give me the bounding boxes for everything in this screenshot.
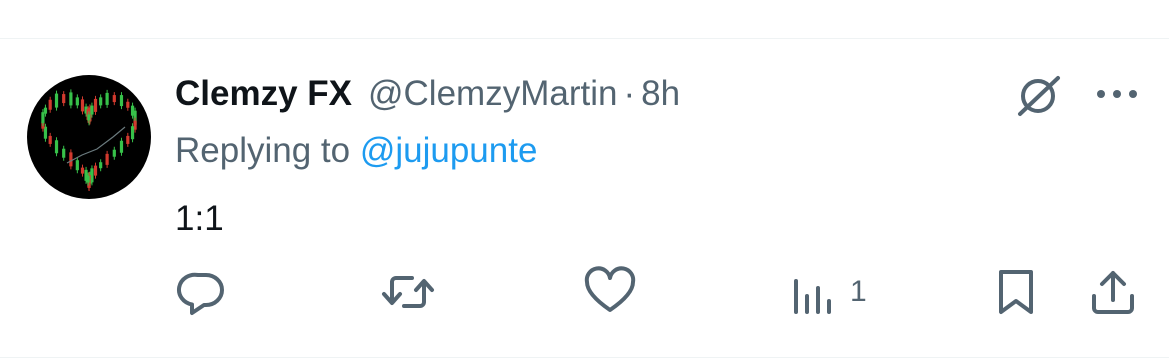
tweet-time[interactable]: 8h	[641, 74, 680, 114]
avatar-candle-body	[84, 169, 88, 181]
replying-prefix: Replying to	[175, 131, 360, 170]
tweet-text: 1:1	[175, 199, 224, 238]
avatar-candle-body	[105, 92, 109, 105]
more-icon[interactable]	[1093, 76, 1141, 112]
avatar-candle-body	[69, 152, 73, 167]
bookmark-icon	[999, 270, 1033, 314]
avatar-candle-body	[75, 97, 79, 106]
author-name[interactable]: Clemzy FX	[175, 74, 352, 114]
avatar-candle-body	[54, 93, 59, 108]
avatar-candle-body	[105, 153, 109, 165]
share-button[interactable]	[1087, 262, 1139, 322]
avatar-candle-body	[93, 98, 98, 112]
header-separator: ·	[623, 74, 636, 113]
avatar-candle-body	[119, 140, 124, 153]
avatar-candle-body	[48, 99, 52, 110]
avatar-candle-body	[75, 160, 79, 171]
avatar-heart-chart-image	[41, 89, 137, 191]
avatar-candle-body	[69, 92, 73, 106]
avatar-candle-body	[119, 95, 124, 107]
avatar-candle-body	[130, 126, 135, 140]
avatar-candle-body	[43, 107, 48, 114]
grok-icon[interactable]	[1012, 70, 1064, 122]
author-handle[interactable]: @ClemzyMartin	[368, 74, 617, 114]
avatar-candle-body	[48, 135, 52, 144]
replying-to-line: Replying to @jujupunte	[175, 131, 537, 171]
avatar[interactable]	[27, 75, 151, 199]
views-button[interactable]: 1	[788, 262, 867, 322]
mention-link[interactable]: @jujupunte	[360, 131, 538, 170]
like-icon	[584, 266, 636, 312]
reply-icon	[176, 272, 224, 315]
share-icon	[1092, 271, 1134, 314]
retweet-icon	[382, 276, 434, 308]
avatar-candle-body	[87, 114, 91, 121]
avatar-candle-body	[99, 97, 103, 106]
bookmark-button[interactable]	[994, 262, 1038, 322]
avatar-candle-body	[62, 148, 66, 158]
avatar-candle-body	[62, 94, 66, 104]
avatar-candle-body	[80, 99, 85, 112]
avatar-candle-body	[80, 167, 85, 174]
retweet-button[interactable]	[380, 262, 436, 322]
avatar-candle-body	[126, 135, 130, 144]
tweet-header: Clemzy FX @ClemzyMartin · 8h	[175, 72, 680, 116]
avatar-candle-body	[126, 101, 130, 108]
views-count: 1	[850, 275, 867, 308]
bottom-divider	[0, 357, 1169, 358]
avatar-candle-body	[112, 149, 116, 157]
avatar-candle-body	[93, 165, 98, 176]
views-icon	[794, 279, 831, 314]
avatar-candle-body	[41, 112, 45, 124]
avatar-candle-body	[112, 95, 116, 103]
avatar-candle-body	[54, 140, 59, 154]
like-button[interactable]	[583, 262, 637, 322]
reply-button[interactable]	[176, 262, 228, 322]
avatar-trend-line	[66, 126, 126, 164]
avatar-candle-body	[90, 105, 94, 115]
avatar-candle-body	[99, 162, 103, 169]
